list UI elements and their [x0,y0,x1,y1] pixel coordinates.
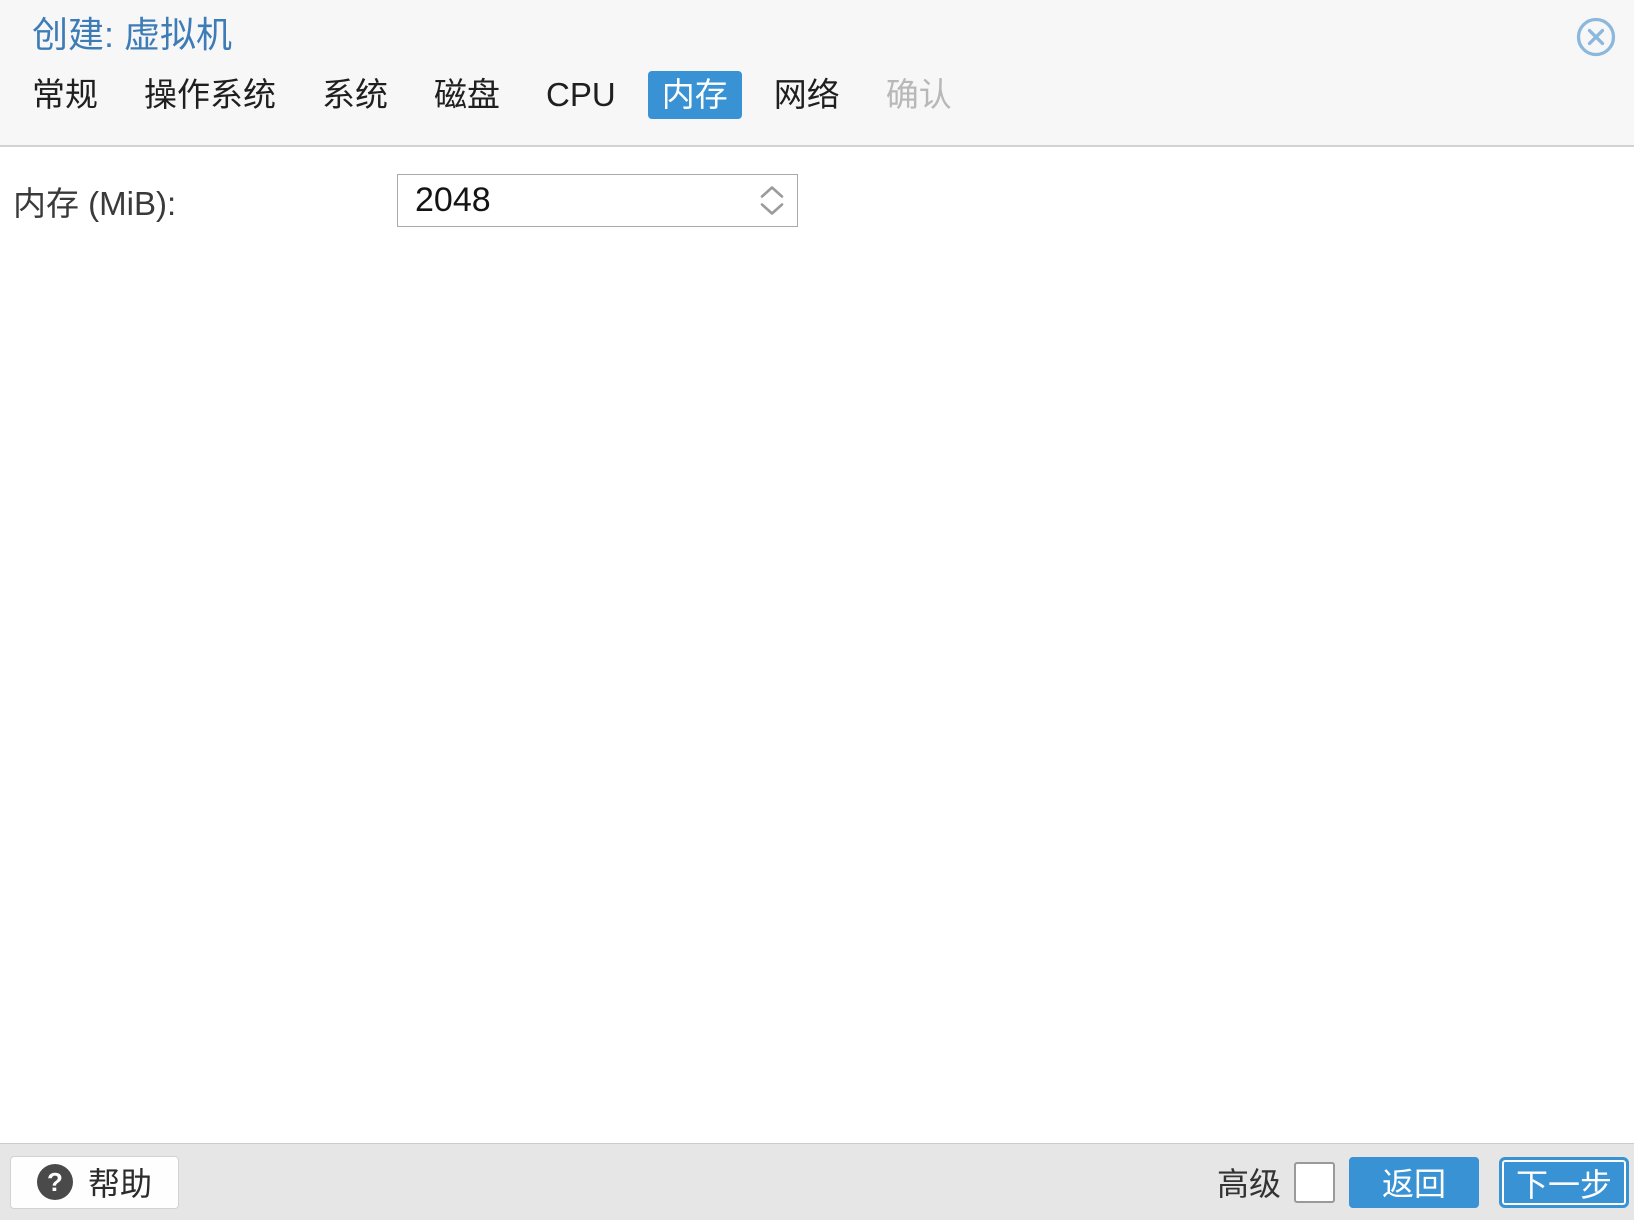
dialog-header: 创建: 虚拟机 常规 操作系统 系统 磁盘 CPU 内存 网络 确认 [0,0,1634,147]
question-circle-icon: ? [37,1164,73,1200]
memory-input[interactable] [398,175,727,226]
help-button[interactable]: ? 帮助 [10,1156,179,1209]
close-button[interactable] [1574,15,1618,59]
tab-disks[interactable]: 磁盘 [420,71,514,119]
memory-spinner [397,174,798,227]
advanced-checkbox[interactable] [1294,1162,1335,1203]
next-button[interactable]: 下一步 [1499,1157,1629,1208]
tab-system[interactable]: 系统 [308,71,402,119]
tab-network[interactable]: 网络 [760,71,854,119]
chevron-down-icon[interactable] [759,202,785,216]
back-button[interactable]: 返回 [1349,1157,1479,1208]
create-vm-dialog: { "window": { "title": "创建: 虚拟机" }, "tab… [0,0,1634,1220]
tab-general[interactable]: 常规 [18,71,112,119]
spinner-buttons [759,175,785,226]
help-button-label: 帮助 [88,1159,152,1205]
dialog-body: 内存 (MiB): [0,149,1634,1143]
tab-os[interactable]: 操作系统 [130,71,290,119]
title-row: 创建: 虚拟机 [0,0,1634,59]
close-icon [1575,16,1617,58]
memory-field-row: 内存 (MiB): [0,149,1634,227]
tab-cpu[interactable]: CPU [532,71,630,119]
advanced-label: 高级 [1217,1159,1281,1205]
tab-bar: 常规 操作系统 系统 磁盘 CPU 内存 网络 确认 [0,71,1634,119]
dialog-footer: ? 帮助 高级 返回 下一步 [0,1143,1634,1220]
tab-memory[interactable]: 内存 [648,71,742,119]
memory-field-label: 内存 (MiB): [13,177,397,225]
tab-confirm: 确认 [872,71,966,119]
chevron-up-icon[interactable] [759,185,785,199]
page-title: 创建: 虚拟机 [32,13,232,57]
